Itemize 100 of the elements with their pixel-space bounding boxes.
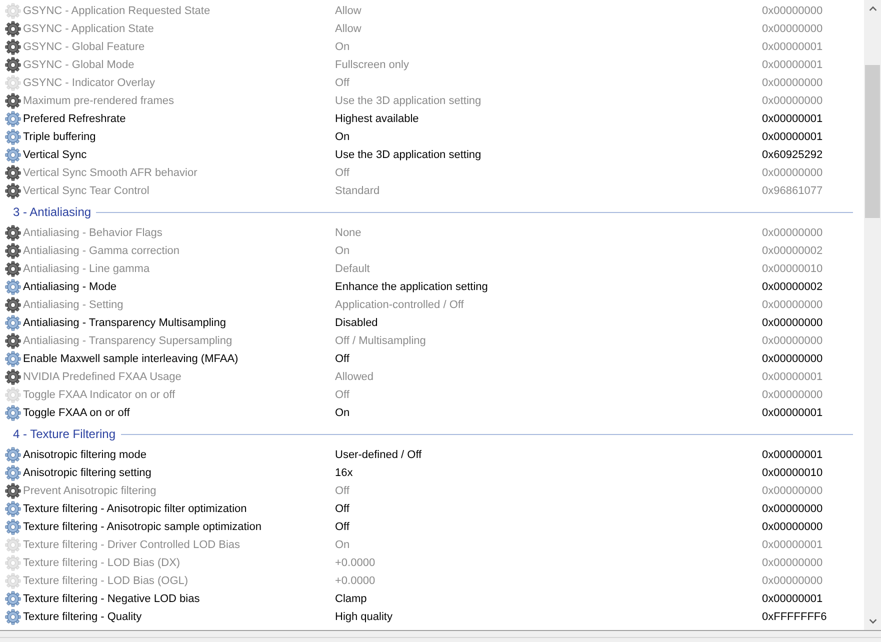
setting-hex-value: 0x00000000 [762, 76, 823, 90]
setting-hex-value: 0x00000002 [762, 280, 823, 294]
setting-name: GSYNC - Application State [22, 22, 154, 36]
setting-value: None [335, 226, 362, 240]
setting-hex-value: 0x00000000 [762, 520, 823, 534]
gear-icon [5, 387, 21, 403]
setting-hex-value: 0x00000001 [762, 538, 823, 552]
setting-name: Texture filtering - Anisotropic filter optimization [22, 502, 247, 516]
setting-value: Allow [335, 22, 362, 36]
setting-value: Off [335, 388, 350, 402]
setting-name: Triple buffering [22, 130, 96, 144]
gear-icon [5, 465, 21, 481]
setting-name: Antialiasing - Behavior Flags [22, 226, 162, 240]
gear-icon [5, 333, 21, 349]
gear-icon [5, 369, 21, 385]
setting-value: Off [335, 484, 350, 498]
gear-icon [5, 57, 21, 73]
setting-value: Use the 3D application setting [335, 94, 482, 108]
gear-icon [5, 147, 21, 163]
setting-name: NVIDIA Predefined FXAA Usage [22, 370, 182, 384]
setting-name: Antialiasing - Setting [22, 298, 124, 312]
gear-icon [5, 573, 21, 589]
gear-icon [5, 483, 21, 499]
setting-name: Maximum pre-rendered frames [22, 94, 174, 108]
gear-icon [5, 351, 21, 367]
setting-name: Texture filtering - LOD Bias (OGL) [22, 574, 188, 588]
setting-hex-value: 0x00000000 [762, 388, 823, 402]
setting-hex-value: 0x00000000 [762, 484, 823, 498]
setting-value: Off [335, 352, 350, 366]
setting-hex-value: 0x00000001 [762, 448, 823, 462]
setting-name: Texture filtering - Negative LOD bias [22, 592, 200, 606]
setting-name: Antialiasing - Line gamma [22, 262, 150, 276]
setting-value: Clamp [335, 592, 367, 606]
setting-hex-value: 0x00000010 [762, 262, 823, 276]
setting-name: Toggle FXAA on or off [22, 406, 130, 420]
setting-name: Texture filtering - Quality [22, 610, 142, 624]
setting-name: Prevent Anisotropic filtering [22, 484, 156, 498]
setting-value: Allowed [335, 370, 374, 384]
setting-value: User-defined / Off [335, 448, 422, 462]
setting-hex-value: 0x00000000 [762, 502, 823, 516]
gear-icon [5, 183, 21, 199]
setting-name: Enable Maxwell sample interleaving (MFAA) [22, 352, 238, 366]
setting-value: Highest available [335, 112, 419, 126]
gear-icon [5, 261, 21, 277]
setting-value: On [335, 406, 350, 420]
gear-icon [5, 447, 21, 463]
setting-name: Anisotropic filtering setting [22, 466, 152, 480]
setting-hex-value: 0x00000001 [762, 592, 823, 606]
setting-hex-value: 0x00000010 [762, 466, 823, 480]
setting-value: +0.0000 [335, 574, 376, 588]
setting-hex-value: 0x00000000 [762, 4, 823, 18]
gear-icon [5, 93, 21, 109]
setting-name: Toggle FXAA Indicator on or off [22, 388, 176, 402]
setting-name: Antialiasing - Transparency Supersampling [22, 334, 232, 348]
setting-value: High quality [335, 610, 392, 624]
setting-name: Vertical Sync Smooth AFR behavior [22, 166, 198, 180]
setting-name: GSYNC - Global Mode [22, 58, 134, 72]
setting-value: Off [335, 76, 350, 90]
setting-name: Vertical Sync Tear Control [22, 184, 150, 198]
setting-value: On [335, 130, 350, 144]
gear-icon [5, 297, 21, 313]
scrollbar-thumb[interactable] [865, 65, 880, 218]
chevron-down-icon [868, 619, 876, 624]
setting-value: +0.0000 [335, 556, 376, 570]
chevron-up-icon [868, 6, 876, 11]
setting-name: Prefered Refreshrate [22, 112, 126, 126]
setting-hex-value: 0x00000000 [762, 334, 823, 348]
setting-name: GSYNC - Indicator Overlay [22, 76, 156, 90]
setting-name: Texture filtering - Driver Controlled LOD Bias [22, 538, 240, 552]
setting-value: Use the 3D application setting [335, 148, 482, 162]
setting-value: On [335, 244, 350, 258]
setting-hex-value: 0x00000002 [762, 244, 823, 258]
setting-hex-value: 0x00000001 [762, 130, 823, 144]
setting-hex-value: 0xFFFFFFF6 [762, 610, 827, 624]
setting-hex-value: 0x96861077 [762, 184, 823, 198]
setting-hex-value: 0x00000000 [762, 556, 823, 570]
setting-hex-value: 0x00000000 [762, 226, 823, 240]
gear-icon [5, 21, 21, 37]
gear-icon [5, 591, 21, 607]
setting-name: Antialiasing - Transparency Multisampling [22, 316, 226, 330]
gear-icon [5, 129, 21, 145]
setting-name: Anisotropic filtering mode [22, 448, 147, 462]
gear-icon [5, 111, 21, 127]
gear-icon [5, 315, 21, 331]
setting-hex-value: 0x00000000 [762, 574, 823, 588]
gear-icon [5, 75, 21, 91]
setting-value: Off [335, 520, 350, 534]
setting-hex-value: 0x00000001 [762, 370, 823, 384]
setting-name: Texture filtering - LOD Bias (DX) [22, 556, 180, 570]
gear-icon [5, 537, 21, 553]
setting-hex-value: 0x00000001 [762, 112, 823, 126]
setting-value: Off [335, 502, 350, 516]
setting-value: Fullscreen only [335, 58, 409, 72]
gear-icon [5, 501, 21, 517]
setting-hex-value: 0x00000000 [762, 298, 823, 312]
gear-icon [5, 279, 21, 295]
setting-value: Default [335, 262, 370, 276]
section-title: 4 - Texture Filtering [13, 426, 116, 442]
setting-hex-value: 0x00000000 [762, 316, 823, 330]
setting-value: On [335, 40, 350, 54]
